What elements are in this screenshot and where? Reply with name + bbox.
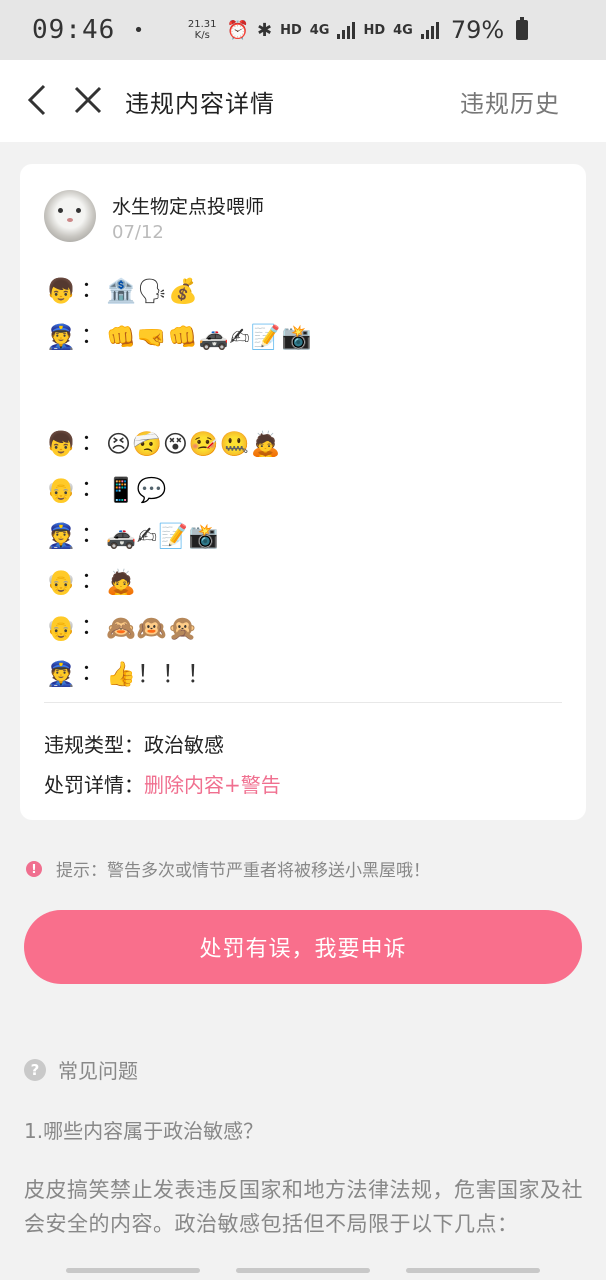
network-speed-value: 21.31 [187, 19, 217, 30]
status-icons: ⏰ ✱ HD 4G HD 4G 79% [227, 16, 529, 44]
hd-label-1: HD [280, 22, 302, 38]
content-line: 👮： 🚓✍📝📸 [44, 513, 564, 559]
gesture-bar [0, 1256, 606, 1280]
network-speed: 21.31 K/s [188, 19, 217, 41]
battery-icon [516, 17, 529, 40]
speaker-emoji: 👦 [46, 430, 76, 458]
bluetooth-icon: ✱ [256, 19, 273, 41]
network-type-1: 4G [309, 22, 330, 38]
line-colon: ： [80, 324, 103, 349]
divider [44, 702, 562, 703]
message-emoji: 🙇 [106, 568, 137, 596]
content-line [44, 360, 564, 421]
message-emoji: 📱💬 [106, 476, 168, 504]
penalty-details: 处罚详情：删除内容+警告 [44, 769, 281, 798]
line-colon: ： [80, 569, 103, 594]
message-emoji: 🏦🗣💰 [106, 277, 200, 305]
speaker-emoji: 👴 [46, 568, 76, 596]
content-line: 👦： 🏦🗣💰 [44, 268, 564, 314]
message-emoji: 👍！！！ [106, 660, 212, 688]
page-title: 违规内容详情 [125, 90, 275, 118]
battery-percent: 79% [450, 16, 505, 44]
warning-tip: ! 提示：警告多次或情节严重者将被移送小黑屋哦！ [26, 856, 430, 881]
penalty-value: 删除内容+警告 [144, 773, 281, 797]
avatar[interactable] [44, 190, 96, 242]
line-colon: ： [80, 477, 103, 502]
line-colon: ： [80, 661, 103, 686]
speaker-emoji: 👴 [46, 476, 76, 504]
violation-type-label: 违规类型： [44, 733, 144, 757]
message-emoji: 👊🤜👊🚓✍📝📸 [106, 323, 313, 351]
nav-pill-home[interactable] [236, 1268, 370, 1273]
alarm-icon: ⏰ [226, 19, 249, 41]
speaker-emoji: 👮 [46, 323, 76, 351]
back-icon[interactable] [22, 80, 58, 120]
hd-label-2: HD [363, 22, 386, 38]
content-line: 👦： 😣🤕😵🤒🤐🙇 [44, 421, 564, 467]
message-emoji: 😣🤕😵🤒🤐🙇 [106, 430, 282, 458]
violation-type: 违规类型：政治敏感 [44, 729, 224, 758]
line-colon: ： [80, 278, 103, 303]
question-icon: ? [24, 1058, 46, 1081]
violation-card: 水生物定点投喂师 07/12 👦： 🏦🗣💰 👮： 👊🤜👊🚓✍📝📸 👦： 😣🤕😵🤒🤐🙇 👴： 📱… [20, 164, 586, 820]
content-line: 👴： 📱💬 [44, 467, 564, 513]
tip-text: 提示：警告多次或情节严重者将被移送小黑屋哦！ [56, 861, 430, 881]
nav-pill-right[interactable] [406, 1268, 540, 1273]
network-type-2: 4G [393, 22, 413, 38]
violation-history-link[interactable]: 违规历史 [460, 84, 560, 119]
penalty-label: 处罚详情： [44, 773, 144, 797]
post-date: 07/12 [112, 222, 164, 243]
network-speed-unit: K/s [194, 30, 210, 41]
faq-question[interactable]: 1.哪些内容属于政治敏感？ [24, 1115, 263, 1144]
message-emoji: 🙈🙉🙊 [106, 614, 199, 642]
notification-dot: • [133, 19, 144, 41]
post-content: 👦： 🏦🗣💰 👮： 👊🤜👊🚓✍📝📸 👦： 😣🤕😵🤒🤐🙇 👴： 📱💬 👮： 🚓✍📝📸 👴： 🙇 👴： 🙈🙉🙊… [44, 268, 564, 697]
author-name[interactable]: 水生物定点投喂师 [112, 192, 264, 219]
faq-header: ? 常见问题 [24, 1055, 138, 1084]
nav-bar: 违规内容详情 违规历史 [0, 60, 606, 142]
line-colon: ： [80, 431, 103, 456]
status-bar: 09:46 • 21.31 K/s ⏰ ✱ HD 4G HD 4G 79% [0, 0, 606, 60]
close-icon[interactable] [70, 80, 106, 120]
line-colon: ： [80, 615, 103, 640]
content-line: 👮： 👍！！！ [44, 651, 564, 697]
violation-type-value: 政治敏感 [144, 733, 224, 757]
nav-pill-left[interactable] [66, 1268, 200, 1273]
speaker-emoji: 👦 [46, 277, 76, 305]
signal-icon-2 [420, 21, 439, 39]
speaker-emoji: 👴 [46, 614, 76, 642]
content-line: 👴： 🙇 [44, 559, 564, 605]
faq-title: 常见问题 [58, 1059, 138, 1083]
speaker-emoji: 👮 [46, 660, 76, 688]
line-colon: ： [80, 523, 103, 548]
faq-answer: 皮皮搞笑禁止发表违反国家和地方法律法规，危害国家及社会安全的内容。政治敏感包括但… [24, 1178, 583, 1236]
exclamation-icon: ! [26, 860, 42, 877]
appeal-button[interactable]: 处罚有误，我要申诉 [24, 910, 582, 984]
content-line: 👴： 🙈🙉🙊 [44, 605, 564, 651]
content-line: 👮： 👊🤜👊🚓✍📝📸 [44, 314, 564, 360]
message-emoji: 🚓✍📝📸 [106, 522, 220, 550]
speaker-emoji: 👮 [46, 522, 76, 550]
status-time: 09:46 [32, 15, 116, 45]
signal-icon-1 [337, 21, 356, 39]
